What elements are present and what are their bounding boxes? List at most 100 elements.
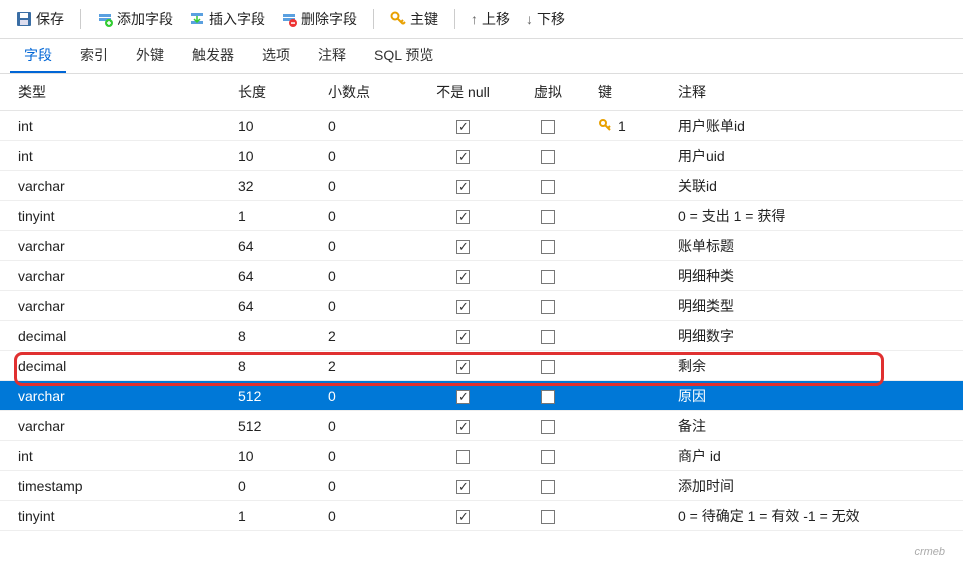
- cell-comment[interactable]: 账单标题: [678, 236, 963, 256]
- cell-comment[interactable]: 明细种类: [678, 266, 963, 286]
- table-row[interactable]: decimal82剩余: [0, 351, 963, 381]
- tab-5[interactable]: 注释: [304, 39, 360, 73]
- cell-comment[interactable]: 明细类型: [678, 296, 963, 316]
- cell-decimals[interactable]: 0: [328, 298, 418, 314]
- col-decimals[interactable]: 小数点: [328, 82, 418, 102]
- cell-type[interactable]: timestamp: [18, 478, 238, 494]
- virtual-checkbox[interactable]: [541, 210, 555, 224]
- virtual-checkbox[interactable]: [541, 180, 555, 194]
- move-up-button[interactable]: ↑ 上移: [465, 6, 516, 32]
- not-null-checkbox[interactable]: [456, 180, 470, 194]
- cell-length[interactable]: 1: [238, 208, 328, 224]
- cell-length[interactable]: 64: [238, 268, 328, 284]
- col-key[interactable]: 键: [588, 82, 678, 102]
- cell-length[interactable]: 64: [238, 298, 328, 314]
- cell-length[interactable]: 64: [238, 238, 328, 254]
- table-row[interactable]: varchar5120原因: [0, 381, 963, 411]
- tab-4[interactable]: 选项: [248, 39, 304, 73]
- cell-type[interactable]: varchar: [18, 298, 238, 314]
- tab-1[interactable]: 索引: [66, 39, 122, 73]
- cell-decimals[interactable]: 0: [328, 178, 418, 194]
- cell-length[interactable]: 512: [238, 388, 328, 404]
- cell-length[interactable]: 10: [238, 448, 328, 464]
- not-null-checkbox[interactable]: [456, 210, 470, 224]
- cell-comment[interactable]: 明细数字: [678, 326, 963, 346]
- tab-2[interactable]: 外键: [122, 39, 178, 73]
- tab-6[interactable]: SQL 预览: [360, 39, 447, 73]
- cell-decimals[interactable]: 0: [328, 268, 418, 284]
- cell-length[interactable]: 8: [238, 328, 328, 344]
- virtual-checkbox[interactable]: [541, 270, 555, 284]
- cell-type[interactable]: varchar: [18, 268, 238, 284]
- table-row[interactable]: int100 用户uid: [0, 141, 963, 171]
- primary-key-button[interactable]: 主键: [384, 6, 444, 32]
- virtual-checkbox[interactable]: [541, 420, 555, 434]
- table-row[interactable]: decimal82 明细数字: [0, 321, 963, 351]
- not-null-checkbox[interactable]: [456, 420, 470, 434]
- cell-comment[interactable]: 商户 id: [678, 446, 963, 466]
- not-null-checkbox[interactable]: [456, 450, 470, 464]
- table-row[interactable]: varchar640 明细类型: [0, 291, 963, 321]
- cell-comment[interactable]: 关联id: [678, 176, 963, 196]
- cell-type[interactable]: int: [18, 118, 238, 134]
- cell-type[interactable]: int: [18, 148, 238, 164]
- table-row[interactable]: varchar640 明细种类: [0, 261, 963, 291]
- cell-comment[interactable]: 用户uid: [678, 146, 963, 166]
- col-comment[interactable]: 注释: [678, 82, 963, 102]
- cell-decimals[interactable]: 0: [328, 418, 418, 434]
- cell-comment[interactable]: 0 = 支出 1 = 获得: [678, 206, 963, 226]
- cell-decimals[interactable]: 0: [328, 118, 418, 134]
- cell-decimals[interactable]: 0: [328, 238, 418, 254]
- table-row[interactable]: varchar320 关联id: [0, 171, 963, 201]
- col-not-null[interactable]: 不是 null: [418, 82, 508, 102]
- cell-length[interactable]: 512: [238, 418, 328, 434]
- insert-field-button[interactable]: 插入字段: [183, 6, 271, 32]
- not-null-checkbox[interactable]: [456, 120, 470, 134]
- table-row[interactable]: varchar5120备注: [0, 411, 963, 441]
- virtual-checkbox[interactable]: [541, 120, 555, 134]
- cell-decimals[interactable]: 0: [328, 148, 418, 164]
- virtual-checkbox[interactable]: [541, 330, 555, 344]
- cell-comment[interactable]: 用户账单id: [678, 116, 963, 136]
- cell-decimals[interactable]: 0: [328, 478, 418, 494]
- not-null-checkbox[interactable]: [456, 240, 470, 254]
- virtual-checkbox[interactable]: [541, 360, 555, 374]
- not-null-checkbox[interactable]: [456, 270, 470, 284]
- cell-type[interactable]: int: [18, 448, 238, 464]
- virtual-checkbox[interactable]: [541, 450, 555, 464]
- delete-field-button[interactable]: 删除字段: [275, 6, 363, 32]
- cell-length[interactable]: 10: [238, 148, 328, 164]
- cell-key[interactable]: 1: [588, 118, 678, 134]
- cell-decimals[interactable]: 0: [328, 448, 418, 464]
- cell-type[interactable]: varchar: [18, 388, 238, 404]
- table-row[interactable]: tinyint100 = 支出 1 = 获得: [0, 201, 963, 231]
- col-type[interactable]: 类型: [18, 82, 238, 102]
- cell-decimals[interactable]: 2: [328, 328, 418, 344]
- not-null-checkbox[interactable]: [456, 360, 470, 374]
- tab-0[interactable]: 字段: [10, 39, 66, 73]
- not-null-checkbox[interactable]: [456, 390, 470, 404]
- cell-length[interactable]: 32: [238, 178, 328, 194]
- table-row[interactable]: int1001用户账单id: [0, 111, 963, 141]
- cell-type[interactable]: varchar: [18, 178, 238, 194]
- tab-3[interactable]: 触发器: [178, 39, 248, 73]
- save-button[interactable]: 保存: [10, 6, 70, 32]
- cell-decimals[interactable]: 0: [328, 208, 418, 224]
- move-down-button[interactable]: ↓ 下移: [520, 6, 571, 32]
- cell-comment[interactable]: 剩余: [678, 356, 963, 376]
- virtual-checkbox[interactable]: [541, 240, 555, 254]
- virtual-checkbox[interactable]: [541, 510, 555, 524]
- table-row[interactable]: varchar640 账单标题: [0, 231, 963, 261]
- not-null-checkbox[interactable]: [456, 330, 470, 344]
- cell-type[interactable]: decimal: [18, 328, 238, 344]
- not-null-checkbox[interactable]: [456, 150, 470, 164]
- cell-type[interactable]: varchar: [18, 238, 238, 254]
- virtual-checkbox[interactable]: [541, 300, 555, 314]
- cell-comment[interactable]: 0 = 待确定 1 = 有效 -1 = 无效: [678, 506, 963, 526]
- cell-type[interactable]: decimal: [18, 358, 238, 374]
- virtual-checkbox[interactable]: [541, 390, 555, 404]
- cell-length[interactable]: 0: [238, 478, 328, 494]
- not-null-checkbox[interactable]: [456, 480, 470, 494]
- col-virtual[interactable]: 虚拟: [508, 82, 588, 102]
- cell-decimals[interactable]: 0: [328, 388, 418, 404]
